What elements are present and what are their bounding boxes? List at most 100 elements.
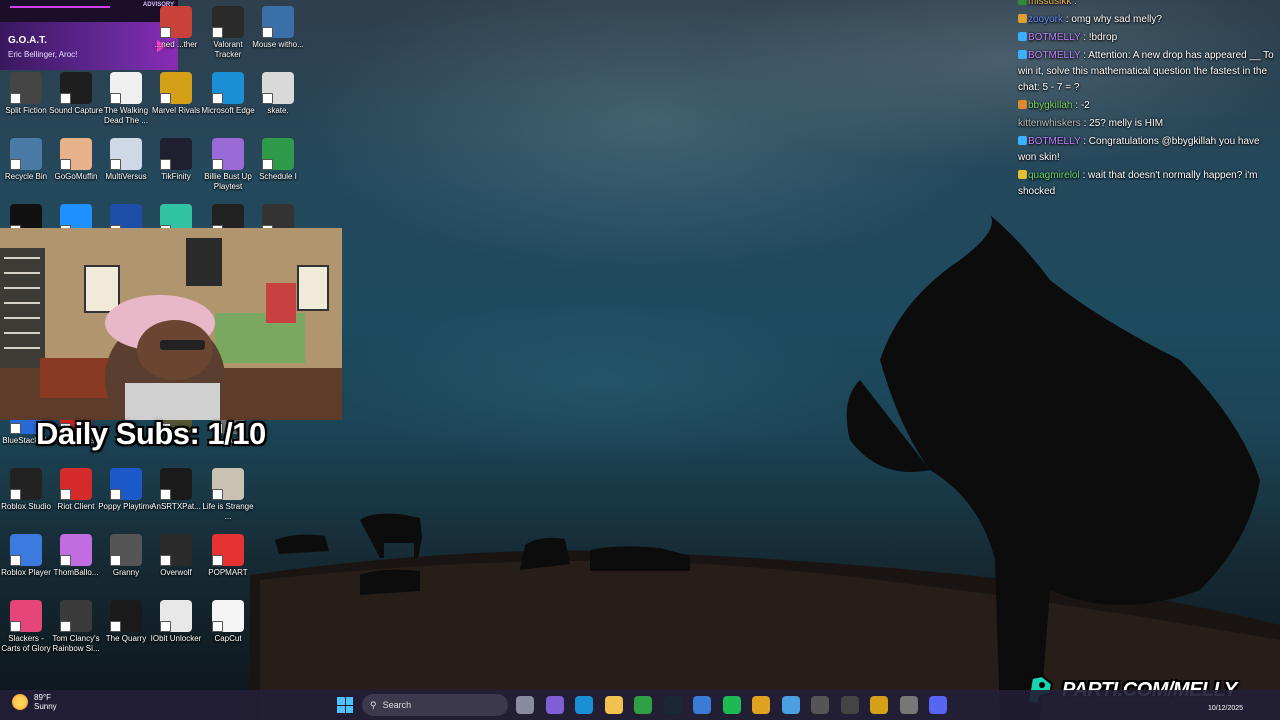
desktop-icon-label: Valorant Tracker — [213, 40, 243, 59]
desktop-icon-label: POPMART — [208, 568, 248, 577]
desktop-icon-label: Split Fiction — [5, 106, 47, 115]
desktop-icon-label: Granny — [112, 568, 140, 577]
chat-username[interactable]: zooyork — [1028, 14, 1063, 25]
chat-username[interactable]: missusikk — [1028, 0, 1071, 7]
app-icon — [110, 600, 142, 632]
desktop-icon[interactable]: TikFinity — [150, 138, 202, 200]
desktop-icon[interactable]: Sound Capture — [49, 72, 103, 134]
app-icon — [60, 72, 92, 104]
weather-condition: Sunny — [34, 702, 57, 711]
taskbar-app-steam-icon[interactable] — [663, 696, 682, 714]
desktop-icon-label: ThomBallo... — [53, 568, 99, 577]
desktop-icon-label: Riot Client — [57, 502, 95, 511]
taskbar-app-photos-icon[interactable] — [781, 696, 800, 714]
chat-message: BOTMELLY : Attention: A new drop has app… — [1014, 48, 1280, 96]
taskbar-app-marvel-icon[interactable] — [870, 696, 888, 714]
desktop-icon[interactable]: Microsoft Edge — [201, 72, 255, 134]
desktop-icon-label: Roblox Studio — [1, 502, 51, 511]
desktop-icon[interactable]: MultiVersus — [100, 138, 152, 200]
desktop-icon[interactable]: The Walking Dead The ... — [100, 72, 152, 134]
chat-message: bbygkillah : -2 — [1014, 98, 1280, 114]
app-icon — [60, 600, 92, 632]
desktop-icon-label: Billie Bust Up Playtest — [204, 172, 252, 191]
chat-separator: : — [1072, 100, 1081, 111]
desktop-icon[interactable]: skate. — [252, 72, 304, 134]
app-icon — [10, 468, 42, 500]
desktop-icon-label: Poppy Playtime — [98, 502, 154, 511]
desktop-icon[interactable]: GoGoMuffin — [50, 138, 102, 200]
desktop-icon[interactable]: Schedule I — [252, 138, 304, 200]
desktop-icon-label: GoGoMuffin — [54, 172, 98, 181]
desktop-icon-label: CapCut — [214, 634, 242, 643]
app-icon — [212, 468, 244, 500]
taskbar-app-explorer-icon[interactable] — [604, 696, 623, 714]
desktop-icon[interactable]: Valorant Tracker — [202, 6, 254, 68]
chat-separator: : — [1079, 170, 1089, 181]
desktop-icon[interactable]: ThomBallo... — [50, 534, 102, 596]
taskbar-app-edge-icon[interactable] — [575, 696, 593, 714]
desktop-icon[interactable]: AnSRTXPat... — [150, 468, 202, 530]
desktop-icon[interactable]: IObit Unlocker — [150, 600, 202, 662]
desktop-icon[interactable]: Granny — [100, 534, 152, 596]
desktop-icon[interactable]: Split Fiction — [0, 72, 52, 134]
desktop-icon[interactable]: Slackers - Carts of Glory — [0, 600, 52, 662]
desktop-icon[interactable]: POPMART — [202, 534, 254, 596]
desktop-icon[interactable]: Recycle Bin — [0, 138, 52, 200]
taskbar-app-discord-icon[interactable] — [929, 696, 947, 714]
taskbar-app-arrow-icon[interactable] — [840, 696, 859, 714]
desktop-icon[interactable]: ...ned ...ther — [150, 6, 202, 68]
taskbar-app-media-icon[interactable] — [811, 696, 829, 714]
desktop-icon[interactable]: Marvel Rivals — [150, 72, 202, 134]
desktop-icon-label: ...ned ...ther — [154, 40, 198, 49]
taskbar-app-spotify-icon[interactable] — [722, 696, 741, 714]
chat-separator: : — [1080, 118, 1090, 129]
desktop-icon[interactable]: Poppy Playtime — [98, 468, 154, 530]
app-icon — [160, 534, 192, 566]
app-icon — [160, 600, 192, 632]
weather-widget[interactable]: 89°F Sunny — [12, 693, 57, 711]
chat-username[interactable]: BOTMELLY — [1028, 50, 1080, 61]
app-icon — [110, 468, 142, 500]
chat-badge-icon — [1018, 0, 1027, 5]
search-icon: ⚲ — [370, 699, 377, 710]
sun-icon — [12, 694, 28, 710]
desktop-icon[interactable]: Billie Bust Up Playtest — [202, 138, 254, 200]
desktop-icon[interactable]: Mouse witho... — [252, 6, 304, 68]
desktop-icon[interactable]: The Quarry — [100, 600, 152, 662]
webcam-feed — [0, 228, 342, 420]
desktop-icon[interactable]: Riot Client — [50, 468, 102, 530]
app-icon — [60, 534, 92, 566]
taskbar-date[interactable]: 10/12/2025 — [1208, 705, 1243, 712]
taskbar-app-files-icon[interactable] — [516, 696, 534, 714]
chat-separator: : — [1080, 136, 1089, 147]
desktop-icon-label: Microsoft Edge — [201, 106, 255, 115]
chat-username[interactable]: bbygkillah — [1028, 100, 1072, 111]
desktop-icon[interactable]: CapCut — [202, 600, 254, 662]
chat-badge-icon — [1018, 14, 1027, 23]
daily-subs-counter: Daily Subs: 1/10 — [36, 416, 266, 451]
chat-separator: : — [1071, 0, 1077, 7]
chat-message: BOTMELLY : Congratulations @bbygkillah y… — [1014, 134, 1280, 166]
app-icon — [212, 6, 244, 38]
chat-username[interactable]: BOTMELLY — [1028, 136, 1080, 147]
chat-badge-icon — [1018, 50, 1027, 59]
chat-badge-icon — [1018, 32, 1027, 41]
start-button[interactable] — [337, 697, 353, 713]
chat-username[interactable]: BOTMELLY — [1028, 32, 1080, 43]
desktop-icon[interactable]: Tom Clancy's Rainbow Si... — [50, 600, 102, 662]
taskbar-app-chrome-icon[interactable] — [752, 696, 770, 714]
desktop-icon[interactable]: Overwolf — [150, 534, 202, 596]
chat-username[interactable]: kittenwhiskers — [1018, 118, 1081, 129]
taskbar-search[interactable]: ⚲ Search — [362, 694, 508, 716]
taskbar-app-xbox-icon[interactable] — [634, 696, 652, 714]
search-placeholder: Search — [382, 700, 412, 710]
taskbar-app-copilot-icon[interactable] — [545, 696, 564, 714]
chat-message: BOTMELLY : !bdrop — [1014, 30, 1280, 46]
taskbar-app-settings-icon[interactable] — [899, 696, 918, 714]
desktop-icon[interactable]: Roblox Studio — [0, 468, 52, 530]
desktop-icon[interactable]: Roblox Player — [0, 534, 52, 596]
taskbar-app-store-icon[interactable] — [693, 696, 711, 714]
desktop-icon[interactable]: Life is Strange ... — [202, 468, 254, 530]
chat-username[interactable]: quagmirelol — [1028, 170, 1080, 181]
desktop-icon-label: Mouse witho... — [252, 40, 304, 49]
